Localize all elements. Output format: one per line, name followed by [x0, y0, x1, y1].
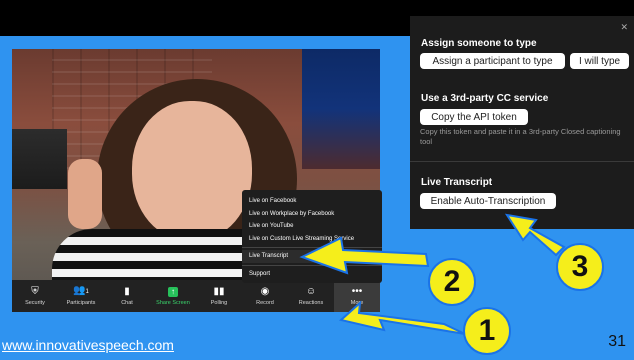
page-number: 31 — [608, 333, 626, 350]
website-link[interactable]: www.innovativespeech.com — [2, 337, 174, 353]
annotation-arrows — [299, 213, 566, 335]
step-badge-1: 1 — [463, 307, 511, 355]
arrow-2 — [299, 236, 430, 275]
arrow-3 — [504, 213, 566, 257]
step-badge-2: 2 — [428, 258, 476, 306]
step-badge-3: 3 — [556, 243, 604, 291]
arrow-1 — [338, 300, 466, 335]
